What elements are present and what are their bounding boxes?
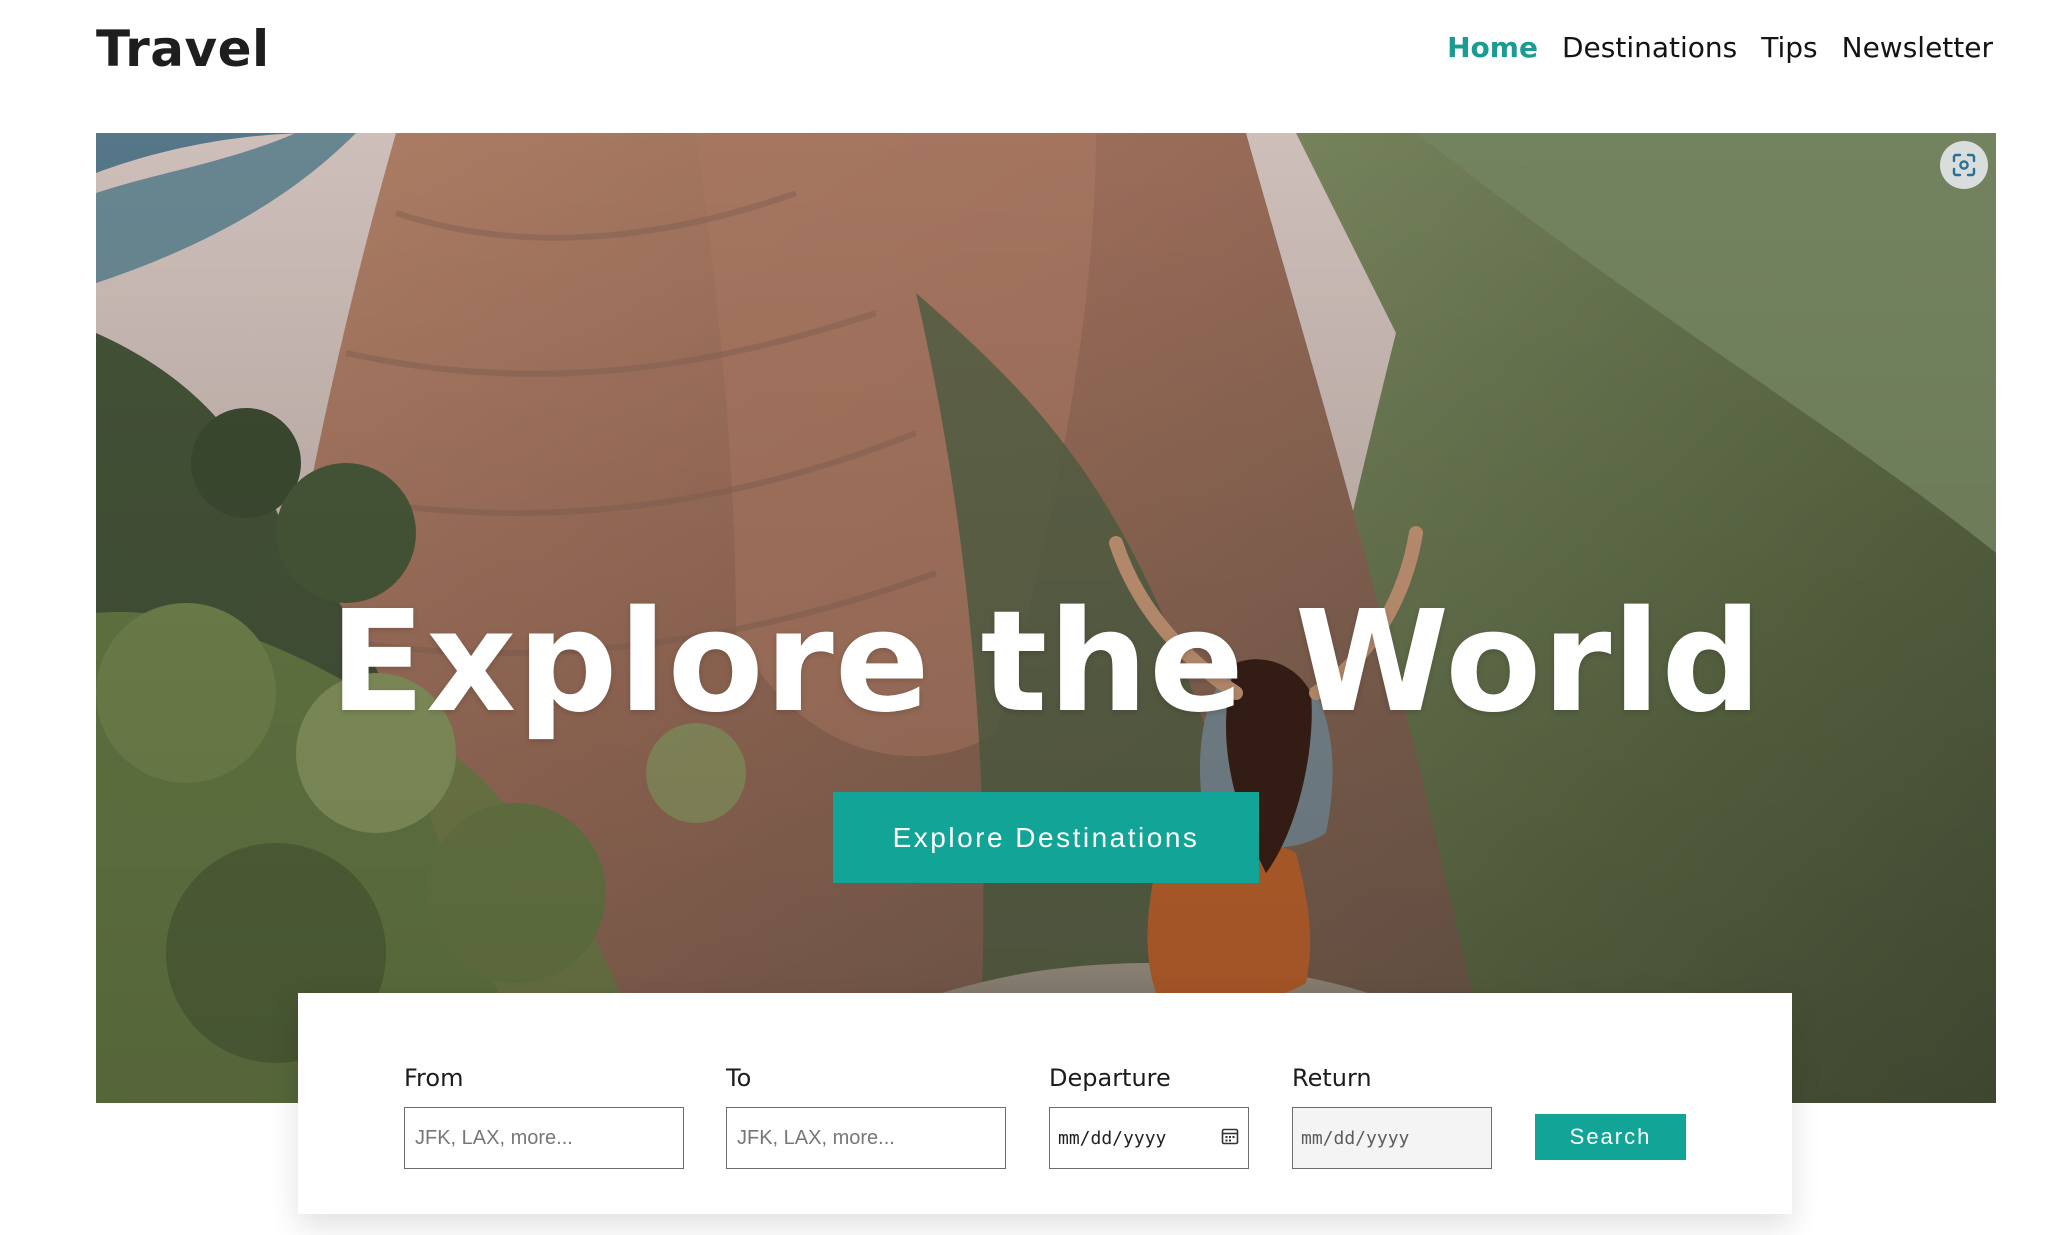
from-label: From xyxy=(404,1064,464,1092)
hero-banner: Explore the World Explore Destinations xyxy=(96,133,1996,1103)
to-label: To xyxy=(726,1064,752,1092)
departure-label: Departure xyxy=(1049,1064,1171,1092)
nav-home-link[interactable]: Home xyxy=(1447,26,1538,70)
return-field: Return mm/dd/yyyy xyxy=(1292,1063,1492,1169)
to-input-box xyxy=(726,1107,1006,1169)
hero-title: Explore the World xyxy=(329,581,1763,744)
calendar-icon[interactable] xyxy=(1220,1126,1240,1150)
nav-newsletter-link[interactable]: Newsletter xyxy=(1842,26,1993,70)
site-logo[interactable]: Travel xyxy=(96,18,270,80)
from-input[interactable] xyxy=(413,1125,675,1151)
main-nav: Home Destinations Tips Newsletter xyxy=(1447,26,1993,70)
search-button[interactable]: Search xyxy=(1535,1114,1686,1160)
explore-destinations-button[interactable]: Explore Destinations xyxy=(833,792,1259,883)
departure-date-input[interactable]: mm/dd/yyyy xyxy=(1049,1107,1249,1169)
flight-search-form: From To Departure mm/dd/yyyy xyxy=(298,993,1792,1214)
return-label: Return xyxy=(1292,1064,1372,1092)
to-field: To xyxy=(726,1063,1006,1169)
nav-destinations-link[interactable]: Destinations xyxy=(1562,26,1737,70)
return-date-input[interactable]: mm/dd/yyyy xyxy=(1292,1107,1492,1169)
nav-tips-link[interactable]: Tips xyxy=(1761,26,1817,70)
departure-field: Departure mm/dd/yyyy xyxy=(1049,1063,1249,1169)
from-field: From xyxy=(404,1063,684,1169)
return-date-value: mm/dd/yyyy xyxy=(1301,1127,1410,1149)
to-input[interactable] xyxy=(735,1125,997,1151)
departure-date-value: mm/dd/yyyy xyxy=(1058,1127,1167,1149)
from-input-box xyxy=(404,1107,684,1169)
visual-search-icon[interactable] xyxy=(1940,141,1988,189)
